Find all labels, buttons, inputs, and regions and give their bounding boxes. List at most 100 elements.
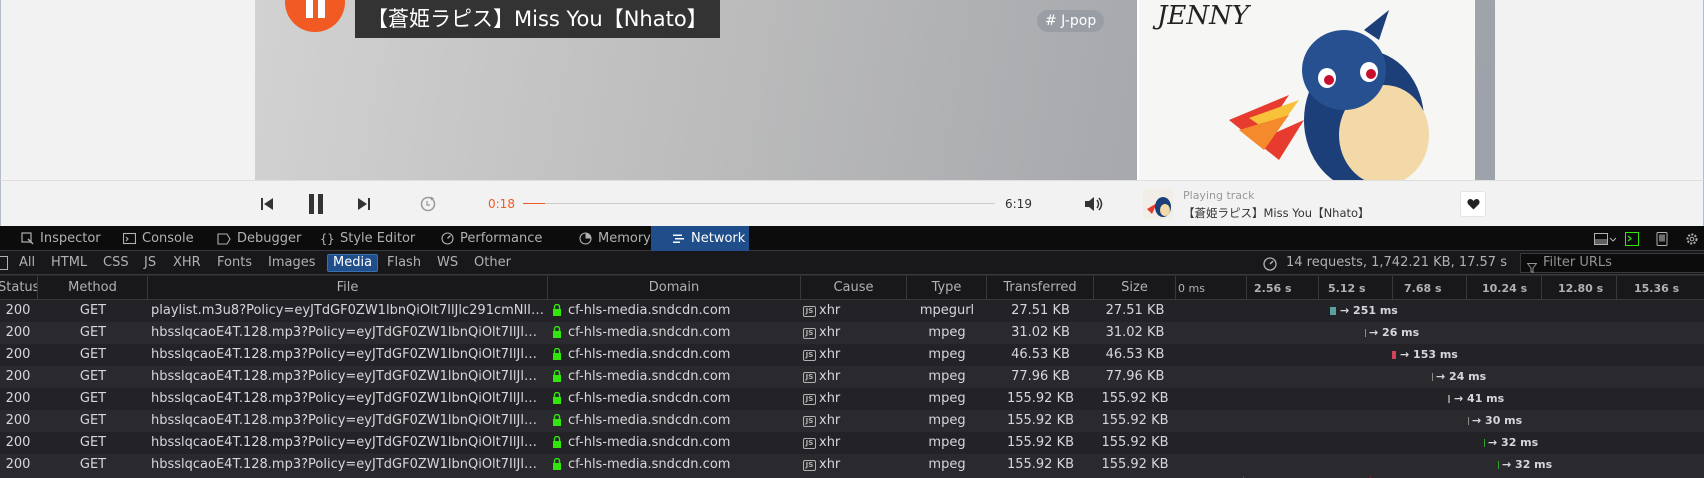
funnel-icon <box>1526 258 1538 274</box>
volume-icon <box>1085 197 1103 211</box>
settings-button[interactable] <box>1684 231 1700 247</box>
cell-method: GET <box>79 325 107 340</box>
filter-js[interactable]: JS <box>139 254 161 272</box>
tab-network[interactable]: Network <box>651 226 749 251</box>
genre-tag[interactable]: # J-pop <box>1037 10 1105 32</box>
waterfall-tick: 5.12 s <box>1328 282 1366 295</box>
devtools-toolbar: Inspector Console Debugger {} Style Edit… <box>0 226 1704 251</box>
clear-requests-button[interactable] <box>0 256 8 270</box>
track-hero-banner: 【蒼姫ラピス】Miss You【Nhato】 # J-pop JENNY <box>255 0 1495 180</box>
next-track-button[interactable] <box>351 191 377 217</box>
dock-options-button[interactable] <box>1594 231 1616 247</box>
tab-performance[interactable]: Performance <box>420 226 564 251</box>
now-playing-title[interactable]: 【蒼姫ラピス】Miss You【Nhato】 <box>1183 205 1370 221</box>
js-icon: JS <box>803 460 816 471</box>
cell-method: GET <box>79 413 107 428</box>
page-content-area: 【蒼姫ラピス】Miss You【Nhato】 # J-pop JENNY <box>0 0 1704 180</box>
cell-cause: JS xhr <box>803 322 907 344</box>
inspector-icon <box>20 232 34 246</box>
column-transferred[interactable]: Transferred <box>987 276 1094 300</box>
responsive-design-button[interactable] <box>1654 231 1670 247</box>
column-size[interactable]: Size <box>1094 276 1176 300</box>
cell-transferred: 46.53 KB <box>1011 347 1070 362</box>
column-status[interactable]: Status <box>0 276 38 300</box>
cell-file: hbsslqcaoE4T.128.mp3?Policy=eyJTdGF0ZW1l… <box>151 347 544 362</box>
table-row[interactable]: 200 GET hbsslqcaoE4T.128.mp3?Policy=eyJTdG… <box>0 454 1704 476</box>
album-artwork[interactable]: JENNY <box>1137 0 1475 180</box>
filter-flash[interactable]: Flash <box>382 254 426 272</box>
cell-type: mpeg <box>928 435 966 450</box>
table-row[interactable]: 200 GET hbsslqcaoE4T.128.mp3?Policy=eyJTdG… <box>0 410 1704 432</box>
js-icon: JS <box>803 328 816 339</box>
waterfall-gridline <box>1246 276 1247 300</box>
column-waterfall[interactable]: 0 ms 2.56 s 5.12 s 7.68 s 10.24 s 12.80 … <box>1176 276 1704 300</box>
cell-size: 155.92 KB <box>1101 435 1169 450</box>
now-playing-artwork[interactable] <box>1143 189 1173 219</box>
cause-text: xhr <box>819 391 841 406</box>
tab-console[interactable]: Console <box>102 226 206 251</box>
split-console-button[interactable] <box>1624 231 1640 247</box>
filter-html[interactable]: HTML <box>46 254 92 272</box>
table-row[interactable]: 200 GET hbsslqcaoE4T.128.mp3?Policy=eyJTdG… <box>0 432 1704 454</box>
current-time: 0:18 <box>488 197 515 211</box>
volume-button[interactable] <box>1081 191 1107 217</box>
domain-text: cf-hls-media.sndcdn.com <box>568 413 731 428</box>
cell-cause: JS xhr <box>803 344 907 366</box>
play-pause-button[interactable] <box>303 191 329 217</box>
waterfall-gridline <box>1392 276 1393 300</box>
column-domain[interactable]: Domain <box>548 276 801 300</box>
column-method[interactable]: Method <box>38 276 148 300</box>
table-row[interactable]: 200 GET hbsslqcaoE4T.128.mp3?Policy=eyJTdG… <box>0 388 1704 410</box>
previous-track-button[interactable] <box>254 191 280 217</box>
responsive-design-icon <box>1656 232 1668 246</box>
filter-xhr[interactable]: XHR <box>168 254 206 272</box>
tab-label: Performance <box>460 231 543 246</box>
filter-other[interactable]: Other <box>469 254 516 272</box>
cell-transferred: 155.92 KB <box>1006 413 1075 428</box>
cell-domain: cf-hls-media.sndcdn.com <box>552 388 800 410</box>
performance-analysis-button[interactable] <box>1262 256 1278 272</box>
column-type[interactable]: Type <box>907 276 987 300</box>
filter-images[interactable]: Images <box>263 254 321 272</box>
column-file[interactable]: File <box>148 276 548 300</box>
memory-icon <box>578 232 592 246</box>
filter-css[interactable]: CSS <box>98 254 134 272</box>
js-icon: JS <box>803 416 816 427</box>
hero-track-title[interactable]: 【蒼姫ラピス】Miss You【Nhato】 <box>355 0 720 38</box>
progress-fill <box>523 203 546 204</box>
tab-inspector[interactable]: Inspector <box>0 226 112 251</box>
cell-file: hbsslqcaoE4T.128.mp3?Policy=eyJTdGF0ZW1l… <box>151 435 544 450</box>
cell-type: mpeg <box>928 369 966 384</box>
tab-memory[interactable]: Memory <box>558 226 658 251</box>
domain-text: cf-hls-media.sndcdn.com <box>568 391 731 406</box>
table-row[interactable]: 200 GET playlist.m3u8?Policy=eyJTdGF0ZW1lb… <box>0 300 1704 322</box>
filter-fonts[interactable]: Fonts <box>212 254 257 272</box>
js-icon: JS <box>803 306 816 317</box>
table-row[interactable]: 200 GET hbsslqcaoE4T.128.mp3?Policy=eyJTdG… <box>0 366 1704 388</box>
repeat-button[interactable] <box>415 191 441 217</box>
hero-pause-button[interactable] <box>285 0 345 32</box>
filter-urls-input[interactable]: Filter URLs <box>1520 253 1704 273</box>
filter-ws[interactable]: WS <box>432 254 463 272</box>
table-row[interactable]: 200 GET hbsslqcaoE4T.128.mp3?Policy=eyJTdG… <box>0 344 1704 366</box>
tab-style-editor[interactable]: {} Style Editor <box>300 226 434 251</box>
filter-media[interactable]: Media <box>327 254 379 272</box>
tab-debugger[interactable]: Debugger <box>197 226 309 251</box>
cell-cause: JS xhr <box>803 300 907 322</box>
cell-method: GET <box>79 303 107 318</box>
column-cause[interactable]: Cause <box>801 276 907 300</box>
cause-text: xhr <box>819 457 841 472</box>
waterfall-timing: → 24 ms <box>1436 370 1487 383</box>
progress-track[interactable] <box>523 203 995 204</box>
waterfall-timing: → 26 ms <box>1369 326 1420 339</box>
debugger-icon <box>217 232 231 246</box>
js-icon: JS <box>803 394 816 405</box>
cell-domain: cf-hls-media.sndcdn.com <box>552 432 800 454</box>
like-button[interactable] <box>1460 191 1486 217</box>
filter-all[interactable]: All <box>14 254 40 272</box>
table-row[interactable]: 200 GET hbsslqcaoE4T.128.mp3?Policy=eyJTdG… <box>0 322 1704 344</box>
cell-file: playlist.m3u8?Policy=eyJTdGF0ZW1lbnQiOlt… <box>151 303 544 318</box>
waterfall-gridline <box>1318 276 1319 300</box>
cell-type: mpeg <box>928 347 966 362</box>
cell-type: mpeg <box>928 413 966 428</box>
